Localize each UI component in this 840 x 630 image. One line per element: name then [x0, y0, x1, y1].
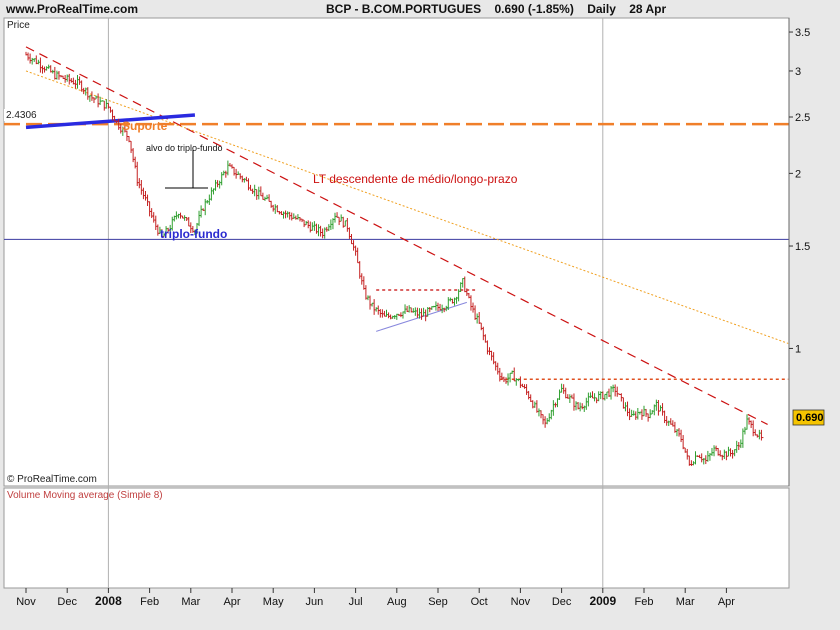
x-tick-label: 2009: [589, 594, 616, 608]
x-tick-label: Nov: [511, 596, 531, 608]
y-tick-label: 3: [795, 66, 801, 78]
x-tick-label: Dec: [57, 596, 77, 608]
x-tick-label: Feb: [140, 596, 159, 608]
annotation-lt-descendente: LT descendente de médio/longo-prazo: [313, 172, 518, 186]
y-tick-label: 2.5: [795, 112, 810, 124]
x-tick-label: Jul: [349, 596, 363, 608]
last-price-tag: 0.690: [792, 409, 825, 426]
y-tick-label: 1: [795, 343, 801, 355]
x-tick-label: 2008: [95, 594, 122, 608]
last-price-label: 0.690: [796, 412, 824, 424]
x-tick-label: Dec: [552, 596, 572, 608]
x-tick-label: Feb: [635, 596, 654, 608]
x-tick-label: May: [263, 596, 284, 608]
x-tick-label: Sep: [428, 596, 448, 608]
y-tick-label: 1.5: [795, 241, 810, 253]
x-tick-label: Aug: [387, 596, 407, 608]
x-tick-label: Oct: [471, 596, 488, 608]
price-marker-label: 2.4306: [6, 110, 37, 121]
x-tick-label: Apr: [718, 596, 735, 608]
x-axis: Nov Dec 2008 Feb Mar Apr May Jun Jul Aug Sep Oct Nov…: [16, 588, 735, 608]
volume-panel-label: Volume Moving average (Simple 8): [7, 490, 163, 501]
volume-panel: [3, 487, 790, 589]
price-chart: Suporte alvo do triplo-fundo LT descende…: [3, 17, 825, 608]
price-panel: [3, 17, 790, 487]
x-tick-label: Jun: [306, 596, 324, 608]
annotation-alvo: alvo do triplo-fundo: [146, 143, 223, 153]
x-tick-label: Mar: [181, 596, 200, 608]
y-tick-label: 3.5: [795, 27, 810, 39]
price-marker: 2.4306: [4, 109, 42, 121]
annotation-suporte: Suporte: [122, 119, 168, 133]
annotation-triplo-fundo: triplo-fundo: [160, 227, 227, 241]
x-tick-label: Apr: [223, 596, 240, 608]
x-tick-label: Nov: [16, 596, 36, 608]
y-tick-label: 2: [795, 168, 801, 180]
watermark: © ProRealTime.com: [7, 474, 97, 485]
x-tick-label: Mar: [676, 596, 695, 608]
price-panel-label: Price: [7, 20, 30, 31]
